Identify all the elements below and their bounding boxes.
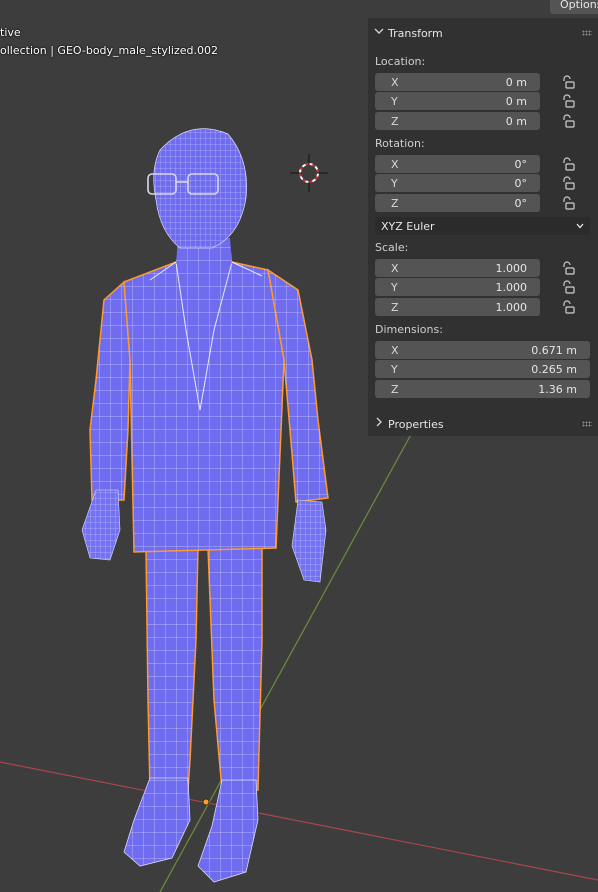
field-value: 0.265 m [531, 363, 577, 376]
3d-cursor-icon [290, 154, 328, 192]
transform-panel-header[interactable]: Transform [368, 21, 598, 45]
axis-label: X [391, 158, 399, 171]
axis-label: Z [391, 115, 399, 128]
lock-location-x-icon[interactable] [561, 75, 575, 89]
rotation-x-field[interactable]: X 0° [375, 155, 540, 173]
transform-title: Transform [388, 27, 443, 40]
scale-z-field[interactable]: Z 1.000 [375, 298, 540, 316]
chevron-down-icon [576, 223, 584, 229]
lock-rotation-z-icon[interactable] [561, 196, 575, 210]
field-value: 0° [514, 177, 528, 190]
location-z-field[interactable]: Z 0 m [375, 112, 540, 130]
options-button[interactable]: Options [550, 0, 598, 14]
dimensions-y-field[interactable]: Y 0.265 m [375, 360, 590, 378]
field-value: 1.36 m [538, 383, 577, 396]
axis-label: Z [391, 383, 399, 396]
chevron-right-icon [376, 417, 382, 427]
field-value: 0 m [505, 115, 527, 128]
object-origin [202, 798, 210, 806]
rotation-mode-value: XYZ Euler [381, 220, 435, 233]
mesh-character[interactable] [81, 128, 329, 883]
field-value: 0.671 m [531, 344, 577, 357]
axis-label: X [391, 262, 399, 275]
axis-label: Z [391, 301, 399, 314]
rotation-label: Rotation: [375, 137, 425, 150]
axis-label: Z [391, 197, 399, 210]
field-value: 1.000 [495, 301, 528, 314]
chevron-down-icon [374, 28, 384, 34]
properties-title: Properties [388, 418, 444, 431]
scale-x-field[interactable]: X 1.000 [375, 259, 540, 277]
axis-label: Y [391, 95, 398, 108]
dimensions-label: Dimensions: [375, 323, 443, 336]
field-value: 1.000 [495, 262, 528, 275]
location-y-field[interactable]: Y 0 m [375, 92, 540, 110]
viewport-object-label: ollection | GEO-body_male_stylized.002 [0, 44, 219, 57]
drag-grip-icon[interactable] [582, 421, 592, 427]
dimensions-x-field[interactable]: X 0.671 m [375, 341, 590, 359]
axis-label: Y [391, 177, 398, 190]
field-value: 0° [514, 158, 528, 171]
drag-grip-icon[interactable] [582, 30, 592, 36]
field-value: 1.000 [495, 281, 528, 294]
axis-label: Y [391, 363, 398, 376]
lock-rotation-x-icon[interactable] [561, 157, 575, 171]
lock-location-y-icon[interactable] [561, 94, 575, 108]
axis-label: Y [391, 281, 398, 294]
rotation-mode-select[interactable]: XYZ Euler [375, 217, 590, 235]
lock-location-z-icon[interactable] [561, 114, 575, 128]
lock-scale-x-icon[interactable] [561, 261, 575, 275]
field-value: 0 m [505, 95, 527, 108]
axis-label: X [391, 76, 399, 89]
lock-scale-z-icon[interactable] [561, 300, 575, 314]
field-value: 0 m [505, 76, 527, 89]
sidebar-n-panel: Transform Location: X 0 m Y 0 m Z 0 m Ro… [368, 18, 598, 436]
location-label: Location: [375, 55, 426, 68]
rotation-z-field[interactable]: Z 0° [375, 194, 540, 212]
scale-y-field[interactable]: Y 1.000 [375, 278, 540, 296]
lock-scale-y-icon[interactable] [561, 280, 575, 294]
dimensions-z-field[interactable]: Z 1.36 m [375, 380, 590, 398]
properties-panel-header[interactable]: Properties [368, 412, 598, 436]
rotation-y-field[interactable]: Y 0° [375, 174, 540, 192]
axis-label: X [391, 344, 399, 357]
field-value: 0° [514, 197, 528, 210]
location-x-field[interactable]: X 0 m [375, 73, 540, 91]
lock-rotation-y-icon[interactable] [561, 176, 575, 190]
viewport-mode-label: tive [0, 26, 21, 39]
x-axis-line [0, 761, 598, 881]
scale-label: Scale: [375, 241, 409, 254]
